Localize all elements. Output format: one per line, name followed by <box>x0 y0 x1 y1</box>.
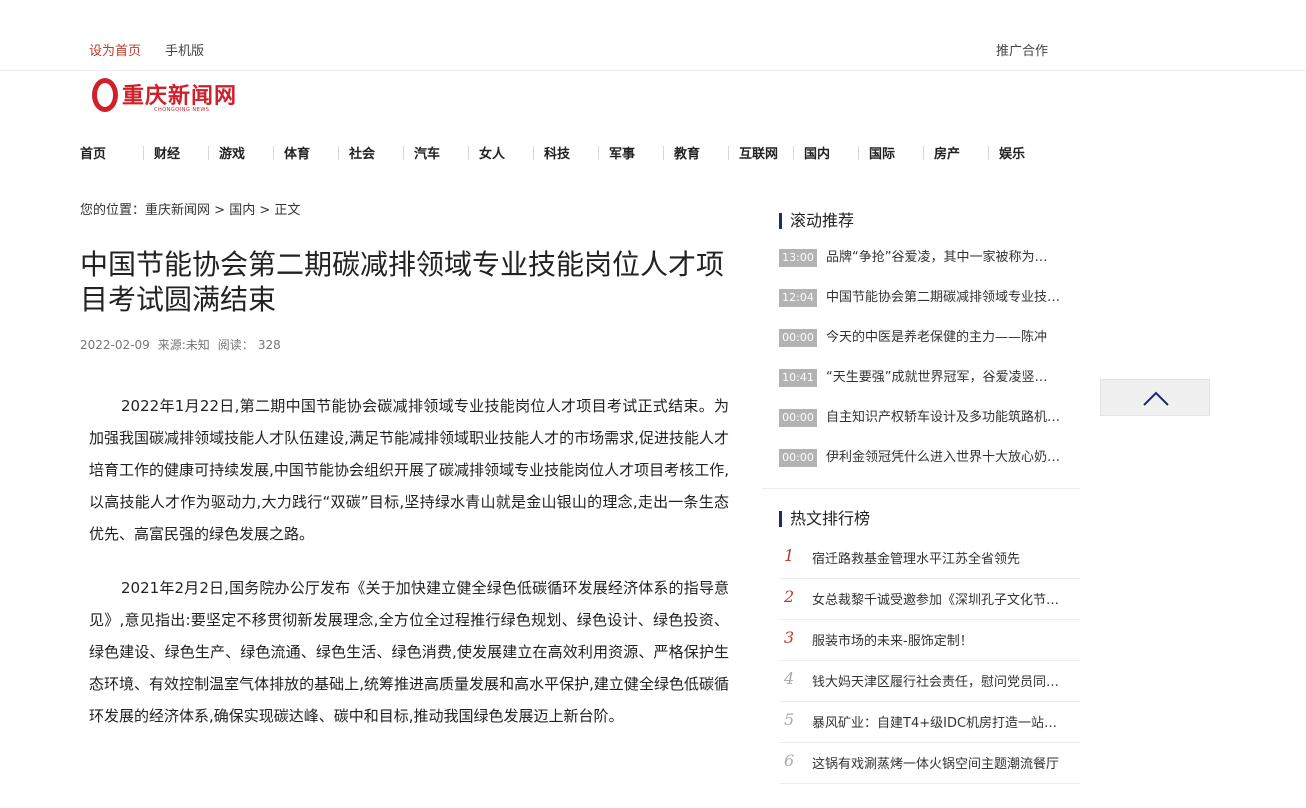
hot-item[interactable]: 3 服装市场的未来-服饰定制！ <box>779 620 1080 661</box>
time-badge: 10:41 <box>779 369 817 387</box>
nav-item[interactable]: 教育 <box>674 143 700 162</box>
nav-separator <box>533 146 534 160</box>
hot-item-link[interactable]: 暴风矿业：自建T4+级IDC机房打造一站… <box>812 712 1080 731</box>
rolling-list: 13:00 品牌“争抢”谷爱凌，其中一家被称为… 12:04 中国节能协会第二期碳减排… <box>779 248 1079 488</box>
nav-item[interactable]: 游戏 <box>219 143 245 162</box>
nav-separator <box>663 146 664 160</box>
hot-item-link[interactable]: 服装市场的未来-服饰定制！ <box>812 630 1080 649</box>
nav-item[interactable]: 体育 <box>284 143 310 162</box>
breadcrumb-prefix: 您的位置： <box>80 203 146 218</box>
article-date: 2022-02-09 <box>80 338 150 352</box>
nav-separator <box>793 146 794 160</box>
sidebar-divider <box>762 488 1080 489</box>
time-badge: 13:00 <box>779 249 817 267</box>
rolling-item-link[interactable]: 中国节能协会第二期碳减排领域专业技… <box>826 288 1078 308</box>
nav-item[interactable]: 汽车 <box>414 143 440 162</box>
nav-item[interactable]: 女人 <box>479 143 505 162</box>
breadcrumb: 您的位置：重庆新闻网 > 国内 > 正文 <box>80 199 300 218</box>
time-badge: 00:00 <box>779 449 817 467</box>
nav-item[interactable]: 房产 <box>934 143 960 162</box>
nav-item[interactable]: 首页 <box>80 143 106 162</box>
hot-item[interactable]: 6 这锅有戏涮蒸烤一体火锅空间主题潮流餐厅 <box>779 743 1080 784</box>
rolling-item[interactable]: 00:00 自主知识产权轿车设计及多功能筑路机… <box>779 408 1079 448</box>
breadcrumb-home[interactable]: 重庆新闻网 <box>145 203 210 218</box>
logo-ring-icon <box>92 78 118 112</box>
rank-number: 5 <box>784 710 795 729</box>
nav-separator <box>468 146 469 160</box>
nav-separator <box>598 146 599 160</box>
site-logo[interactable]: 重庆新闻网 CHONGQING NEWS <box>92 76 242 118</box>
rank-number: 3 <box>784 628 795 647</box>
back-to-top-button[interactable] <box>1100 379 1210 416</box>
rolling-item-link[interactable]: 自主知识产权轿车设计及多功能筑路机… <box>826 408 1078 428</box>
nav-separator <box>273 146 274 160</box>
top-bar: 设为首页 手机版 推广合作 <box>0 0 1306 71</box>
time-badge: 12:04 <box>779 289 817 307</box>
nav-item[interactable]: 社会 <box>349 143 375 162</box>
rolling-item[interactable]: 00:00 伊利金领冠凭什么进入世界十大放心奶… <box>779 448 1079 488</box>
rolling-item[interactable]: 00:00 今天的中医是养老保健的主力——陈冲 <box>779 328 1079 368</box>
main-nav: 首页 财经 游戏 体育 社会 汽车 女人 科技 军事 教育 互联网 国内 国际 房产 娱乐 <box>0 143 1306 163</box>
nav-item[interactable]: 科技 <box>544 143 570 162</box>
rank-number: 4 <box>784 669 795 688</box>
mobile-version-link[interactable]: 手机版 <box>165 40 204 59</box>
set-home-link[interactable]: 设为首页 <box>89 40 141 59</box>
article-meta: 2022-02-09 来源:未知 阅读： 328 <box>80 336 289 353</box>
rolling-item-link[interactable]: 今天的中医是养老保健的主力——陈冲 <box>826 328 1078 348</box>
nav-separator <box>923 146 924 160</box>
hot-item-link[interactable]: 宿迁路救基金管理水平江苏全省领先 <box>812 548 1080 567</box>
article-title: 中国节能协会第二期碳减排领域专业技能岗位人才项目考试圆满结束 <box>80 248 725 316</box>
article-paragraph: 2021年2月2日,国务院办公厅发布《关于加快建立健全绿色低碳循环发展经济体系的… <box>89 579 729 725</box>
nav-item[interactable]: 财经 <box>154 143 180 162</box>
rolling-item-link[interactable]: 伊利金领冠凭什么进入世界十大放心奶… <box>826 448 1078 468</box>
nav-separator <box>143 146 144 160</box>
nav-separator <box>728 146 729 160</box>
rolling-item[interactable]: 12:04 中国节能协会第二期碳减排领域专业技… <box>779 288 1079 328</box>
rolling-item-link[interactable]: “天生要强”成就世界冠军，谷爱凌竖… <box>826 368 1078 388</box>
breadcrumb-sep: > <box>255 203 275 218</box>
article-paragraph: 2022年1月22日,第二期中国节能协会碳减排领域专业技能岗位人才项目考试正式结… <box>89 397 729 543</box>
nav-item[interactable]: 军事 <box>609 143 635 162</box>
nav-separator <box>338 146 339 160</box>
nav-item[interactable]: 国内 <box>804 143 830 162</box>
nav-separator <box>858 146 859 160</box>
rank-number: 2 <box>784 587 795 606</box>
hot-item-link[interactable]: 女总裁黎千诚受邀参加《深圳孔子文化节… <box>812 589 1080 608</box>
breadcrumb-current: 正文 <box>274 203 301 218</box>
promo-cooperation-link[interactable]: 推广合作 <box>996 40 1048 59</box>
hot-item-link[interactable]: 这锅有戏涮蒸烤一体火锅空间主题潮流餐厅 <box>812 753 1080 772</box>
rolling-item[interactable]: 13:00 品牌“争抢”谷爱凌，其中一家被称为… <box>779 248 1079 288</box>
hot-heading: 热文排行榜 <box>779 510 870 528</box>
chevron-up-icon <box>1143 391 1169 406</box>
hot-item[interactable]: 2 女总裁黎千诚受邀参加《深圳孔子文化节… <box>779 579 1080 620</box>
nav-separator <box>208 146 209 160</box>
article-body: 2022年1月22日,第二期中国节能协会碳减排领域专业技能岗位人才项目考试正式结… <box>89 390 729 754</box>
time-badge: 00:00 <box>779 409 817 427</box>
read-count: 328 <box>257 338 281 352</box>
read-label: 阅读： <box>217 338 254 352</box>
breadcrumb-section[interactable]: 国内 <box>229 203 255 218</box>
hot-item[interactable]: 1 宿迁路救基金管理水平江苏全省领先 <box>779 538 1080 579</box>
nav-item[interactable]: 互联网 <box>739 143 778 162</box>
hot-item[interactable]: 4 钱大妈天津区履行社会责任，慰问党员同… <box>779 661 1080 702</box>
logo-english: CHONGQING NEWS <box>154 107 210 113</box>
article-source: 来源:未知 <box>157 338 210 352</box>
rolling-item-link[interactable]: 品牌“争抢”谷爱凌，其中一家被称为… <box>826 248 1078 268</box>
nav-separator <box>403 146 404 160</box>
rolling-item[interactable]: 10:41 “天生要强”成就世界冠军，谷爱凌竖… <box>779 368 1079 408</box>
breadcrumb-sep: > <box>210 203 230 218</box>
hot-list: 1 宿迁路救基金管理水平江苏全省领先 2 女总裁黎千诚受邀参加《深圳孔子文化节… 3 服装… <box>779 538 1080 784</box>
nav-item[interactable]: 娱乐 <box>999 143 1025 162</box>
nav-item[interactable]: 国际 <box>869 143 895 162</box>
logo-name: 重庆新闻网 <box>122 83 238 109</box>
rank-number: 1 <box>784 546 795 565</box>
hot-item[interactable]: 5 暴风矿业：自建T4+级IDC机房打造一站… <box>779 702 1080 743</box>
hot-item-link[interactable]: 钱大妈天津区履行社会责任，慰问党员同… <box>812 671 1080 690</box>
time-badge: 00:00 <box>779 329 817 347</box>
rank-number: 6 <box>784 751 795 770</box>
rolling-heading: 滚动推荐 <box>779 212 854 230</box>
nav-separator <box>988 146 989 160</box>
